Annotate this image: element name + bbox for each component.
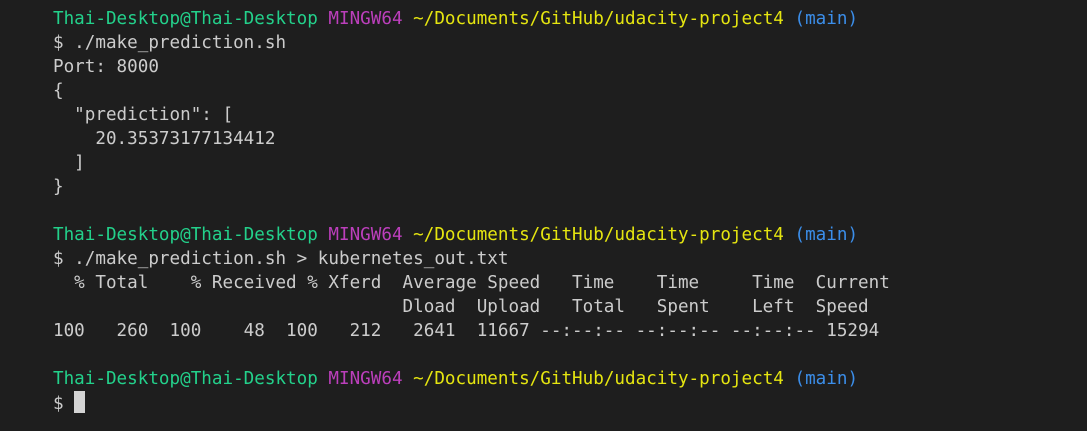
- prompt-path: ~/Documents/GitHub/udacity-project4: [413, 9, 784, 29]
- prompt-path: ~/Documents/GitHub/udacity-project4: [413, 369, 784, 389]
- prompt-symbol: $: [53, 394, 64, 414]
- prompt-system: MINGW64: [328, 225, 403, 245]
- curl-progress-row: 100 260 100 48 100 212 2641 11667 --:--:…: [53, 321, 880, 341]
- prompt-user-host: Thai-Desktop@Thai-Desktop: [53, 369, 318, 389]
- command-line: $ ./make_prediction.sh: [53, 33, 287, 53]
- output-line: }: [53, 177, 64, 197]
- prompt-path: ~/Documents/GitHub/udacity-project4: [413, 225, 784, 245]
- curl-progress-subheader: Dload Upload Total Spent Left Speed: [53, 297, 869, 317]
- text-cursor: [74, 391, 86, 413]
- terminal-window[interactable]: Thai-Desktop@Thai-Desktop MINGW64 ~/Docu…: [0, 0, 1087, 431]
- prompt-system: MINGW64: [328, 9, 403, 29]
- output-line: {: [53, 81, 64, 101]
- prompt-system: MINGW64: [328, 369, 403, 389]
- output-line: 20.35373177134412: [53, 129, 276, 149]
- output-line: ]: [53, 153, 85, 173]
- prompt-branch: (main): [794, 369, 859, 389]
- curl-progress-header: % Total % Received % Xferd Average Speed…: [53, 273, 890, 293]
- prompt-line: Thai-Desktop@Thai-Desktop MINGW64 ~/Docu…: [53, 223, 1087, 247]
- input-line[interactable]: $: [53, 391, 1087, 415]
- prompt-line: Thai-Desktop@Thai-Desktop MINGW64 ~/Docu…: [53, 367, 1087, 391]
- prompt-branch: (main): [794, 9, 859, 29]
- prompt-branch: (main): [794, 225, 859, 245]
- prompt-user-host: Thai-Desktop@Thai-Desktop: [53, 225, 318, 245]
- output-line: Port: 8000: [53, 57, 159, 77]
- prompt-user-host: Thai-Desktop@Thai-Desktop: [53, 9, 318, 29]
- output-line: "prediction": [: [53, 105, 234, 125]
- command-line: $ ./make_prediction.sh > kubernetes_out.…: [53, 249, 509, 269]
- prompt-line: Thai-Desktop@Thai-Desktop MINGW64 ~/Docu…: [53, 7, 1087, 31]
